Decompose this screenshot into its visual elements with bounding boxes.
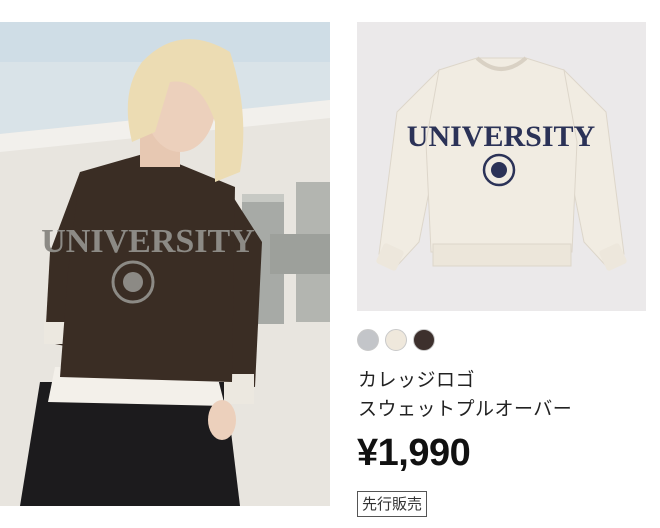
- product-title-line1: カレッジロゴ: [358, 369, 476, 391]
- product-title-line2: スウェットプルオーバー: [358, 398, 573, 420]
- swatch-gray[interactable]: [357, 329, 379, 351]
- color-swatches: [357, 329, 435, 351]
- swatch-off-white[interactable]: [385, 329, 407, 351]
- product-print-text: UNIVERSITY: [407, 120, 596, 153]
- product-title[interactable]: カレッジロゴ スウェットプルオーバー: [358, 366, 648, 424]
- product-image[interactable]: UNIVERSITY: [357, 22, 646, 311]
- model-photo[interactable]: UNIVERSITY: [0, 22, 330, 506]
- product-price: ¥1,990: [357, 432, 471, 474]
- presale-badge: 先行販売: [357, 491, 428, 517]
- sweatshirt-print-text: UNIVERSITY: [41, 223, 255, 260]
- swatch-dark-brown[interactable]: [413, 329, 435, 351]
